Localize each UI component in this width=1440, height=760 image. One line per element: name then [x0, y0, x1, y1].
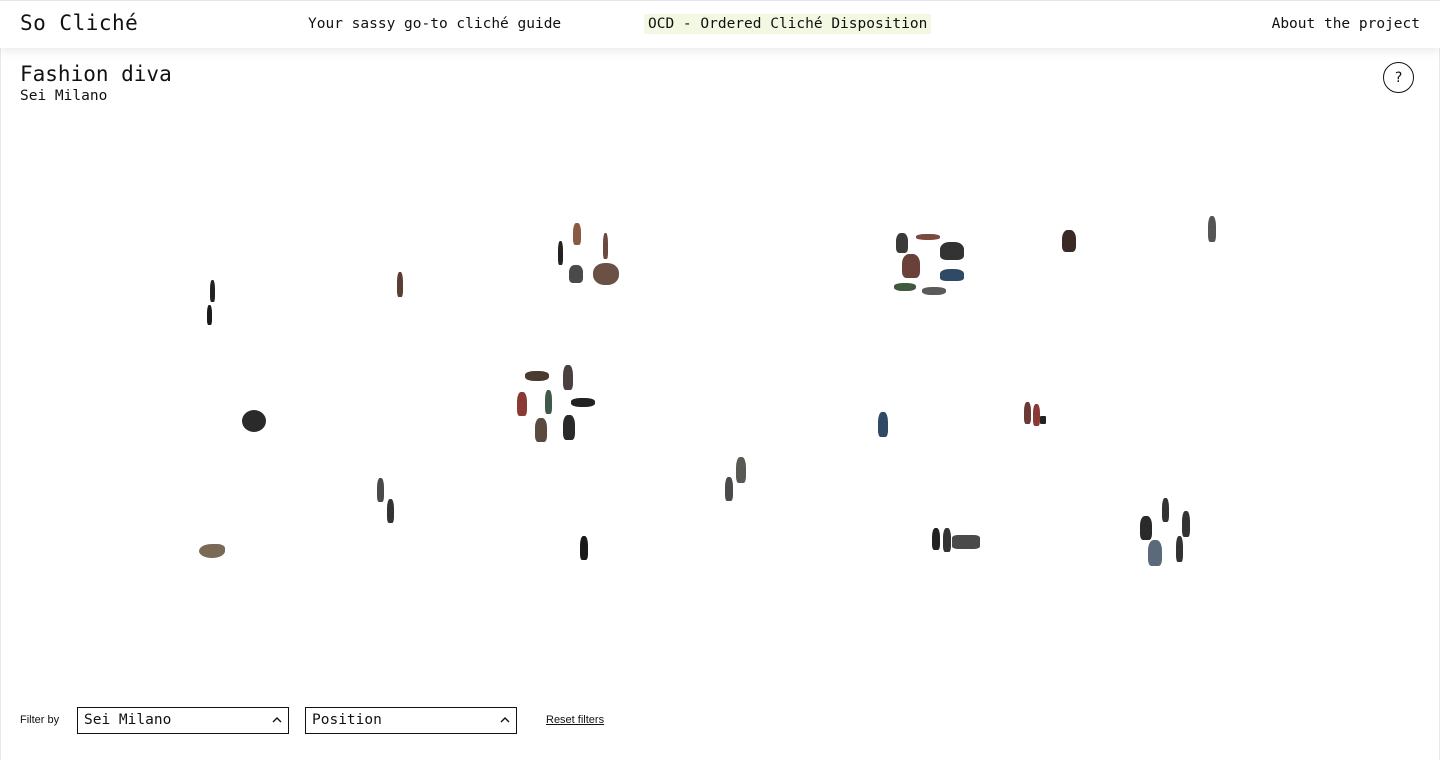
- person-figure: [210, 280, 215, 302]
- person-figure: [397, 272, 403, 297]
- cannon-figure: [199, 544, 225, 558]
- figure-cluster[interactable]: [515, 365, 600, 443]
- help-button[interactable]: ?: [1383, 62, 1414, 93]
- person-figure: [558, 241, 563, 265]
- person-figure: [1182, 511, 1190, 537]
- figure-cluster[interactable]: [1060, 228, 1080, 256]
- figure-cluster[interactable]: [1138, 496, 1194, 568]
- brand-logo-link[interactable]: So Cliché: [20, 11, 138, 35]
- help-icon: ?: [1394, 69, 1403, 86]
- person-figure: [535, 418, 547, 442]
- person-figure: [387, 499, 394, 523]
- person-figure: [1024, 402, 1031, 424]
- person-figure: [563, 365, 573, 390]
- person-figure: [725, 477, 733, 501]
- person-figure: [943, 528, 951, 552]
- figure-cluster[interactable]: [240, 408, 268, 434]
- group-figure: [571, 398, 595, 407]
- figure-cluster[interactable]: [890, 228, 970, 300]
- group-figure: [940, 242, 964, 260]
- position-filter-select[interactable]: Position: [305, 707, 517, 734]
- figure-cluster[interactable]: [374, 478, 398, 526]
- group-figure: [902, 254, 920, 278]
- person-figure: [1140, 516, 1152, 540]
- figure-cluster[interactable]: [722, 457, 750, 505]
- position-filter-value: Position: [312, 712, 382, 728]
- active-view-link[interactable]: OCD - Ordered Cliché Disposition: [644, 14, 932, 34]
- group-figure: [952, 535, 980, 549]
- figure-cluster[interactable]: [395, 272, 405, 300]
- chevron-up-icon: [500, 717, 510, 723]
- person-figure: [603, 233, 608, 259]
- person-figure: [736, 457, 746, 483]
- person-figure: [569, 265, 583, 283]
- top-navigation-bar: So Cliché Your sassy go-to cliché guide …: [0, 0, 1440, 48]
- person-figure: [1162, 498, 1169, 522]
- figure-cluster[interactable]: [930, 526, 982, 554]
- figure-cluster[interactable]: [555, 223, 625, 288]
- page-title: Fashion diva: [20, 62, 172, 86]
- person-figure: [896, 233, 908, 253]
- bag-figure: [1040, 416, 1046, 424]
- figure-cluster[interactable]: [1206, 216, 1218, 244]
- group-figure: [940, 269, 964, 281]
- cliche-figures-canvas: [0, 110, 1440, 690]
- chevron-up-icon: [272, 717, 282, 723]
- location-filter-value: Sei Milano: [84, 712, 172, 728]
- person-figure: [1176, 536, 1183, 562]
- figure-cluster[interactable]: [197, 538, 227, 562]
- person-figure: [377, 478, 384, 502]
- reset-filters-link[interactable]: Reset filters: [546, 714, 604, 726]
- person-figure: [545, 390, 552, 414]
- location-filter-select[interactable]: Sei Milano: [77, 707, 289, 734]
- figure-cluster[interactable]: [205, 280, 219, 330]
- person-figure: [573, 223, 581, 245]
- filter-bar: Filter by Sei Milano Position Reset filt…: [0, 700, 1440, 760]
- group-figure: [894, 283, 916, 291]
- group-figure: [525, 371, 549, 381]
- person-figure: [580, 536, 588, 560]
- tagline-link[interactable]: Your sassy go-to cliché guide: [308, 16, 561, 32]
- person-figure: [1208, 216, 1216, 242]
- figure-cluster[interactable]: [1022, 400, 1048, 428]
- person-figure: [242, 410, 266, 432]
- person-figure: [563, 415, 575, 440]
- group-figure: [922, 287, 946, 295]
- person-figure: [932, 528, 940, 550]
- about-project-link[interactable]: About the project: [1272, 16, 1420, 32]
- page-subtitle: Sei Milano: [20, 88, 108, 104]
- group-figure: [916, 234, 940, 240]
- filter-label: Filter by: [20, 714, 60, 726]
- person-figure: [1062, 230, 1076, 252]
- figure-cluster[interactable]: [876, 412, 890, 440]
- scooter-figure: [593, 263, 619, 285]
- person-figure: [1148, 540, 1162, 566]
- person-figure: [207, 305, 212, 325]
- person-figure: [878, 412, 888, 437]
- person-figure: [517, 392, 527, 416]
- person-figure: [1033, 404, 1040, 426]
- figure-cluster[interactable]: [578, 534, 592, 562]
